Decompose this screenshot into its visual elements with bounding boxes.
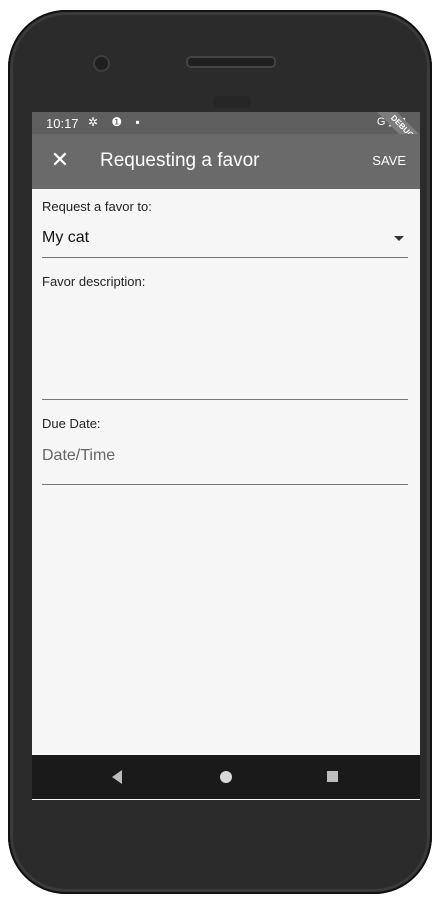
close-icon[interactable]: ✕ [46, 146, 74, 174]
dropdown-arrow-icon [394, 236, 404, 241]
request-to-label: Request a favor to: [42, 199, 152, 214]
app-screen: 10:17 ✲ ❶ ▪ G ◢ ▮ DEBUG ✕ Requesting a f… [32, 112, 420, 800]
status-bar: 10:17 ✲ ❶ ▪ G ◢ ▮ DEBUG [32, 112, 420, 161]
request-to-value: My cat [42, 229, 90, 246]
app-bar: ✕ Requesting a favor SAVE [32, 134, 420, 189]
earpiece-speaker [186, 56, 276, 68]
back-icon[interactable] [112, 770, 122, 784]
description-field[interactable] [42, 293, 408, 400]
due-date-placeholder: Date/Time [42, 447, 116, 464]
front-camera [93, 55, 110, 72]
due-date-field[interactable]: Date/Time [42, 434, 408, 485]
description-label: Favor description: [42, 274, 146, 289]
save-button[interactable]: SAVE [372, 153, 406, 168]
home-icon[interactable] [220, 771, 232, 783]
status-time: 10:17 [46, 116, 79, 131]
status-notification-icons: ✲ ❶ ▪ [88, 115, 145, 129]
request-to-dropdown[interactable]: My cat [42, 219, 408, 258]
recents-icon[interactable] [327, 771, 338, 782]
due-date-label: Due Date: [42, 416, 101, 431]
system-nav-bar [32, 755, 420, 799]
proximity-sensor [213, 96, 251, 108]
page-title: Requesting a favor [100, 150, 260, 171]
